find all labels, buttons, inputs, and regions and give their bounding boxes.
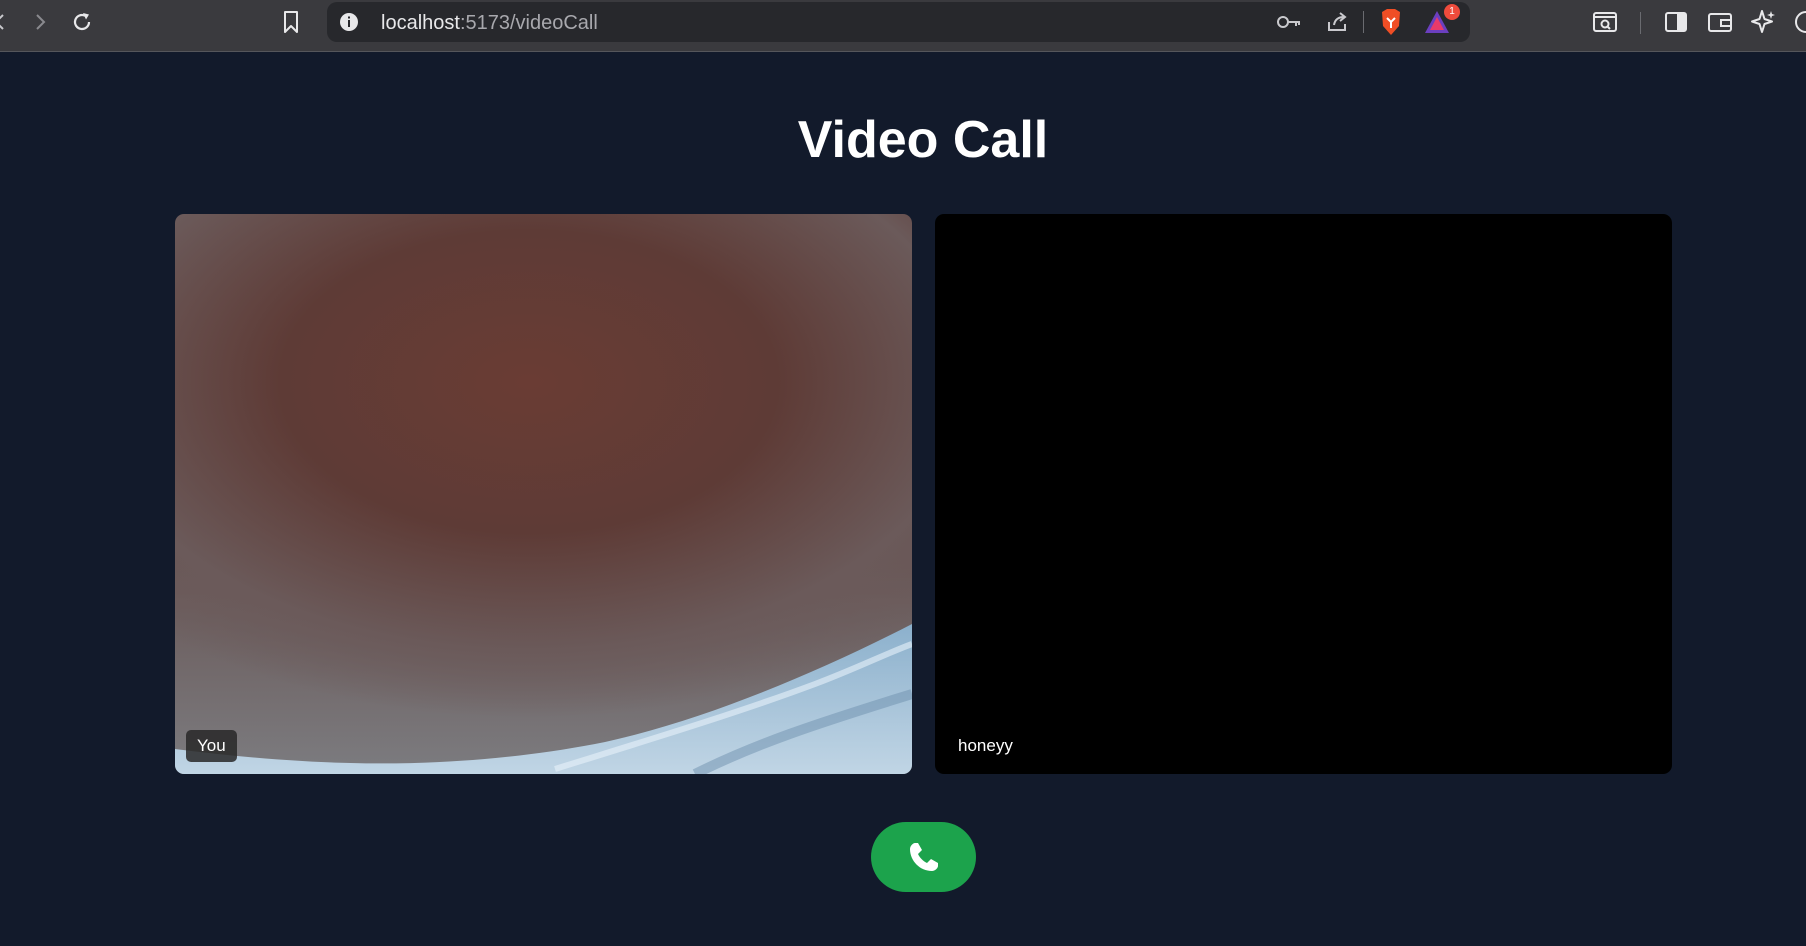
toolbar-separator [1640, 12, 1641, 34]
address-separator [1363, 11, 1364, 33]
url-host: localhost [381, 12, 460, 34]
local-video: You [175, 214, 912, 774]
forward-icon[interactable] [26, 8, 54, 36]
page-search-icon[interactable] [1591, 8, 1619, 36]
site-info-icon[interactable] [335, 8, 363, 36]
phone-icon [909, 843, 938, 871]
url-path: :5173/videoCall [459, 12, 598, 34]
bookmark-icon[interactable] [277, 8, 305, 36]
remote-video: honeyy [935, 214, 1672, 774]
local-name-tag: You [186, 730, 237, 762]
page-title: Video Call [797, 111, 1049, 169]
password-key-icon[interactable] [1275, 8, 1303, 36]
address-bar[interactable]: localhost:5173/videoCall [327, 2, 1470, 42]
remote-name-tag: honeyy [958, 736, 1013, 755]
reload-icon[interactable] [68, 8, 96, 36]
sidebar-icon[interactable] [1662, 8, 1690, 36]
url-text[interactable]: localhost:5173/videoCall [381, 12, 598, 35]
brave-shields-icon[interactable] [1377, 8, 1405, 36]
notification-badge: 1 [1444, 4, 1460, 20]
browser-toolbar: localhost:5173/videoCall 1 [0, 0, 1806, 52]
account-icon[interactable] [1792, 8, 1806, 36]
leo-ai-icon[interactable] [1749, 8, 1777, 36]
share-icon[interactable] [1323, 8, 1351, 36]
local-video-feed [175, 624, 912, 774]
wallet-icon[interactable] [1706, 8, 1734, 36]
end-call-button[interactable] [871, 822, 976, 892]
back-icon[interactable] [0, 8, 14, 36]
